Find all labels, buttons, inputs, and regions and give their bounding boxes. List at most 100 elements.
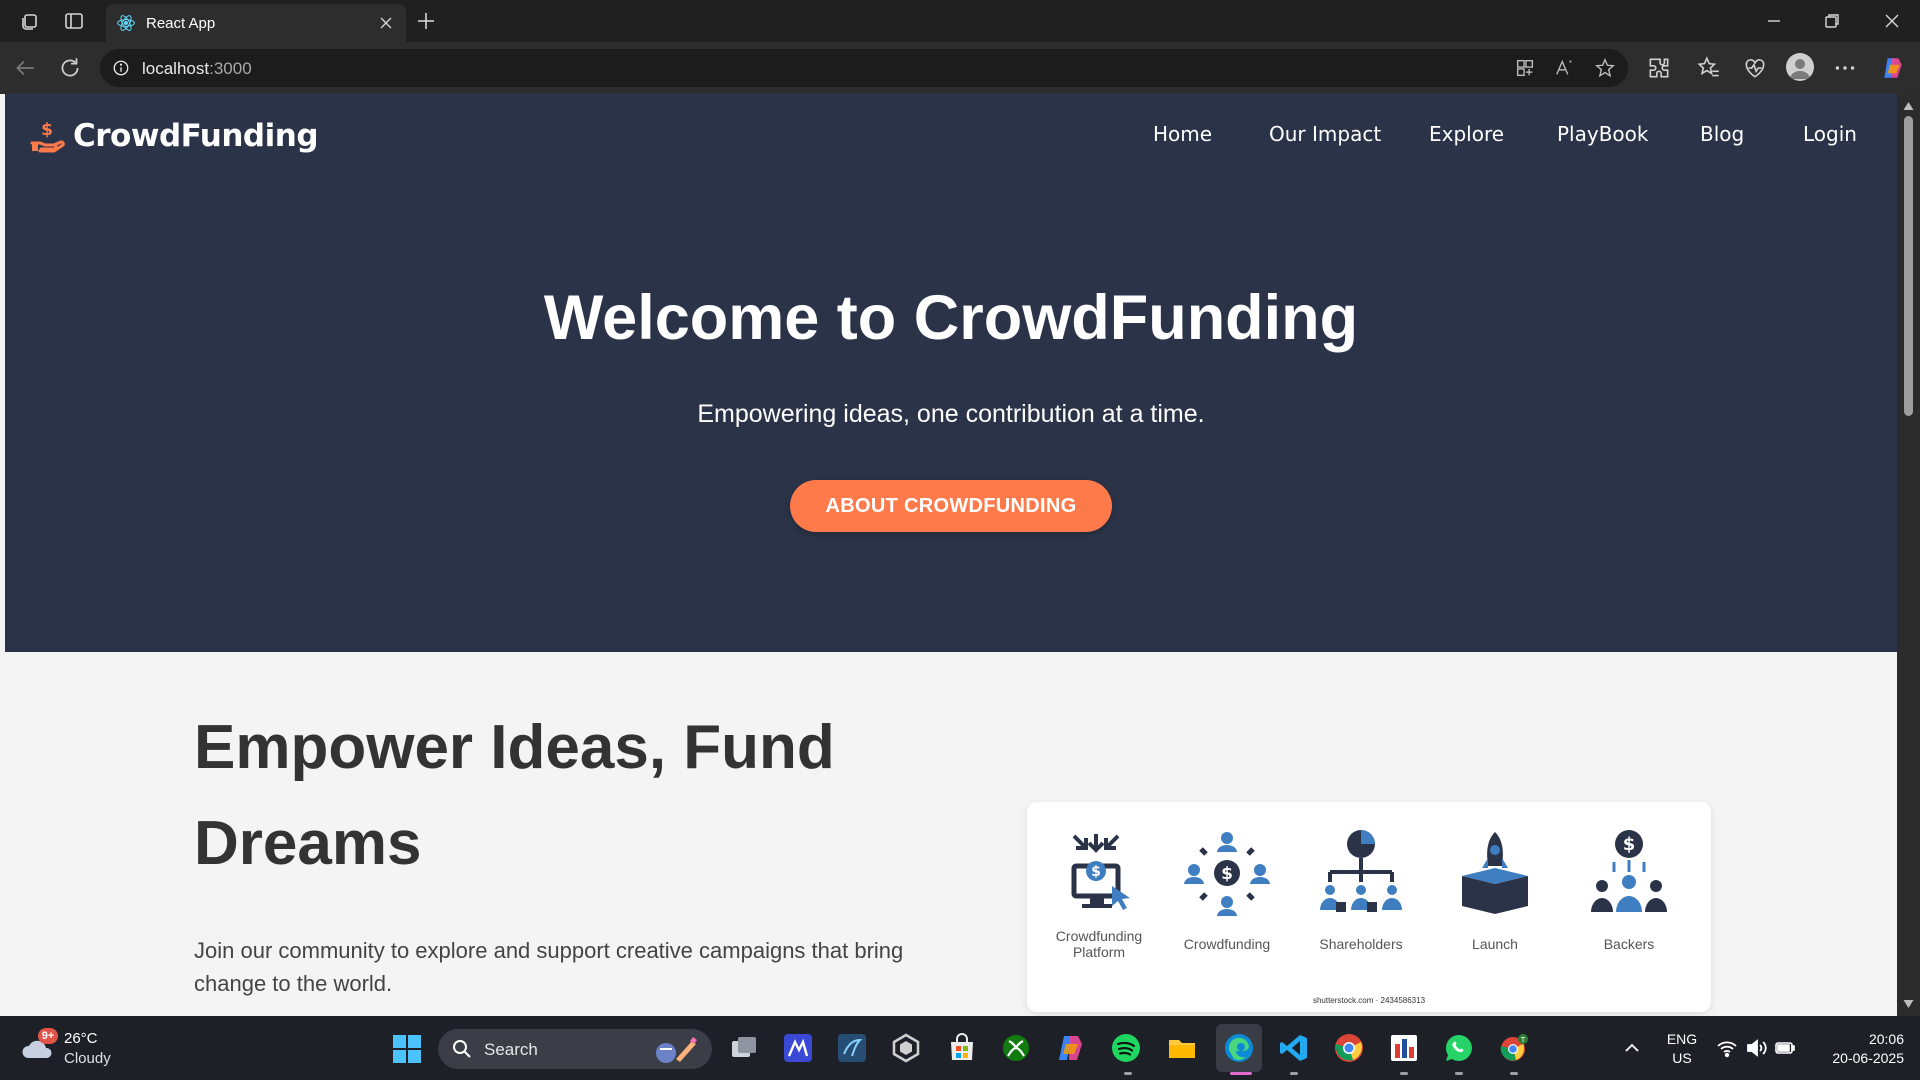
site-info-icon[interactable] [112, 59, 130, 77]
running-indicator [1124, 1072, 1132, 1075]
edge-browser-icon[interactable] [1223, 1032, 1255, 1064]
crowdfunding-platform-icon: $ [1071, 834, 1130, 910]
browser-toolbar: localhost:3000 [0, 42, 1920, 94]
chrome-icon[interactable] [1333, 1032, 1365, 1064]
new-tab-icon[interactable] [414, 9, 438, 33]
restore-icon[interactable] [1820, 9, 1844, 33]
scroll-up-icon[interactable] [1902, 100, 1915, 112]
taskbar: 9+ 26°C Cloudy Search T ENG US 20:06 20-… [0, 1016, 1920, 1080]
refresh-icon[interactable] [57, 55, 83, 81]
running-indicator [1455, 1072, 1463, 1075]
brand[interactable]: $ CrowdFunding [29, 116, 319, 156]
chrome-profile-icon[interactable]: T [1498, 1032, 1530, 1064]
weather-temperature[interactable]: 26°C [64, 1030, 98, 1047]
active-indicator [1230, 1072, 1252, 1075]
clock-date: 20-06-2025 [1832, 1050, 1904, 1066]
illustration-item: $ Backers [1569, 828, 1689, 952]
illustration-label: Shareholders [1319, 936, 1403, 952]
read-aloud-icon[interactable] [1554, 57, 1576, 79]
back-icon[interactable] [12, 55, 38, 81]
minimize-icon[interactable] [1762, 9, 1786, 33]
nav-blog[interactable]: Blog [1700, 122, 1744, 146]
xbox-icon[interactable] [1000, 1032, 1032, 1064]
show-hidden-icons-icon[interactable] [1622, 1038, 1642, 1058]
nav-login[interactable]: Login [1803, 122, 1857, 146]
about-crowdfunding-button[interactable]: ABOUT CROWDFUNDING [790, 480, 1112, 532]
more-options-icon[interactable] [1832, 55, 1858, 81]
extensions-icon[interactable] [1646, 55, 1672, 81]
copilot-icon[interactable] [1880, 55, 1906, 81]
crowdfunding-network-icon: $ [1184, 832, 1270, 916]
hero-section: $ CrowdFunding Home Our Impact Explore P… [5, 94, 1897, 652]
active-tab[interactable]: React App [106, 4, 406, 42]
scrollbar-thumb[interactable] [1904, 116, 1913, 416]
system-clock[interactable]: 20:06 20-06-2025 [1812, 1030, 1904, 1068]
illustration-label: Backers [1603, 936, 1655, 952]
page-scrollbar[interactable] [1897, 94, 1920, 1016]
nav-home[interactable]: Home [1153, 122, 1212, 146]
running-indicator [1510, 1072, 1518, 1075]
svg-text:$: $ [1091, 864, 1101, 880]
react-favicon-icon [117, 15, 135, 31]
svg-text:$: $ [1221, 864, 1233, 884]
profile-avatar-icon[interactable] [1786, 53, 1814, 81]
crowdfunding-illustration: $ Crowdfunding Platform $ Crowdfunding S… [1027, 802, 1711, 1012]
section-text: Join our community to explore and suppor… [194, 938, 904, 996]
close-window-icon[interactable] [1880, 9, 1904, 33]
favorite-star-icon[interactable] [1594, 57, 1616, 79]
clock-time: 20:06 [1868, 1031, 1904, 1047]
weather-condition[interactable]: Cloudy [64, 1050, 111, 1067]
scroll-down-icon[interactable] [1902, 998, 1915, 1010]
search-label: Search [484, 1040, 538, 1059]
address-bar[interactable]: localhost:3000 [100, 49, 1628, 87]
intro-section: Empower Ideas, Fund Dreams Join our comm… [5, 652, 1897, 1016]
unity-icon[interactable] [890, 1032, 922, 1064]
wifi-icon[interactable] [1716, 1038, 1738, 1058]
close-tab-icon[interactable] [376, 13, 396, 33]
vertical-tabs-icon[interactable] [62, 9, 86, 33]
sql-app-icon[interactable] [836, 1032, 868, 1064]
nav-playbook[interactable]: PlayBook [1557, 122, 1648, 146]
illustration-item: Shareholders [1301, 828, 1421, 952]
spotify-icon[interactable] [1110, 1032, 1142, 1064]
battery-icon[interactable] [1774, 1038, 1796, 1058]
vscode-icon[interactable] [1278, 1032, 1310, 1064]
section-title: Empower Ideas, Fund Dreams [194, 713, 835, 878]
volume-icon[interactable] [1745, 1038, 1767, 1058]
chart-app-icon[interactable] [1388, 1032, 1420, 1064]
copilot-app-icon[interactable] [1055, 1032, 1087, 1064]
language-indicator[interactable]: ENG US [1664, 1030, 1700, 1068]
nav-our-impact[interactable]: Our Impact [1269, 122, 1381, 146]
launch-rocket-icon [1462, 832, 1528, 914]
svg-text:$: $ [1623, 834, 1636, 855]
taskbar-search[interactable]: Search [438, 1029, 712, 1069]
illustration-label: Crowdfunding [1183, 936, 1271, 952]
search-icon [453, 1040, 471, 1058]
search-highlight-icon [656, 1037, 697, 1063]
url-host: localhost [142, 59, 210, 78]
svg-text:T: T [1520, 1036, 1526, 1044]
illustration-label: Crowdfunding Platform [1055, 928, 1143, 960]
microsoft-store-icon[interactable] [946, 1032, 978, 1064]
nav-explore[interactable]: Explore [1429, 122, 1504, 146]
page-viewport: $ CrowdFunding Home Our Impact Explore P… [5, 94, 1897, 1016]
task-view-icon[interactable] [728, 1032, 760, 1064]
favorites-icon[interactable] [1696, 55, 1722, 81]
region-code: US [1672, 1050, 1692, 1066]
file-explorer-icon[interactable] [1166, 1032, 1198, 1064]
illustration-item: $ Crowdfunding [1167, 828, 1287, 952]
app-available-icon[interactable] [1514, 57, 1536, 79]
image-credit: shutterstock.com · 2434586313 [1312, 996, 1426, 1005]
language-code: ENG [1666, 1031, 1698, 1047]
app-m-icon[interactable] [782, 1032, 814, 1064]
running-indicator [1290, 1072, 1298, 1075]
browser-essentials-icon[interactable] [1742, 55, 1768, 81]
illustration-item: $ Crowdfunding Platform [1039, 828, 1159, 960]
windows-start-icon[interactable] [392, 1034, 422, 1064]
shareholders-icon [1320, 830, 1402, 912]
illustration-label: Launch [1472, 936, 1518, 952]
brand-name: CrowdFunding [73, 118, 319, 154]
running-indicator [1400, 1072, 1408, 1075]
whatsapp-icon[interactable] [1443, 1032, 1475, 1064]
workspaces-icon[interactable] [18, 9, 42, 33]
